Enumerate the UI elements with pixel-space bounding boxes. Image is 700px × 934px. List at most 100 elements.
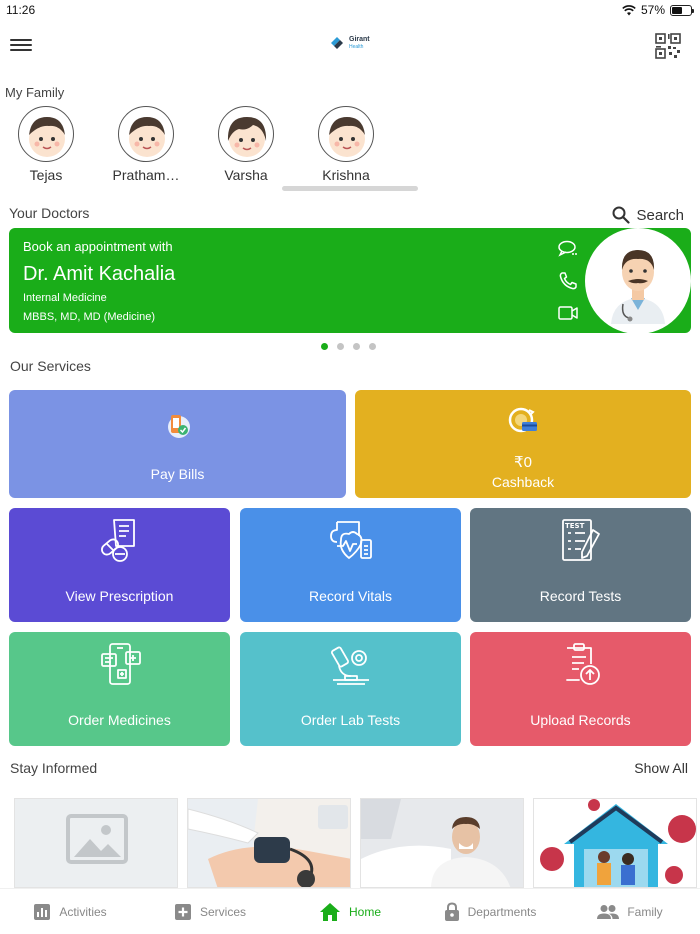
battery-percent: 57% xyxy=(640,3,665,17)
vitals-monitor-icon xyxy=(329,521,372,559)
family-member-name: Krishna xyxy=(322,167,370,183)
family-member-krishna[interactable]: Krishna xyxy=(301,106,391,183)
logo-name: Girant xyxy=(349,36,370,43)
family-list: Tejas Pratham… Varsha Krishna xyxy=(0,106,700,186)
cashback-tile[interactable]: ₹0 Cashback xyxy=(355,390,691,498)
family-scroll-indicator[interactable] xyxy=(282,186,418,191)
nav-services[interactable]: Services xyxy=(140,889,280,934)
home-icon xyxy=(319,902,340,921)
carousel-dot[interactable] xyxy=(321,343,328,350)
doctor-actions xyxy=(557,238,581,334)
logo-sub: Health xyxy=(349,44,364,50)
informed-section-title: Stay Informed xyxy=(10,760,98,776)
phone-icon[interactable] xyxy=(557,270,579,292)
record-tests-label: Record Tests xyxy=(539,588,622,604)
battery-icon xyxy=(670,4,694,16)
family-member-name: Pratham… xyxy=(112,167,180,183)
pay-bills-label: Pay Bills xyxy=(150,466,205,482)
record-vitals-label: Record Vitals xyxy=(308,588,392,604)
nav-home[interactable]: Home xyxy=(280,889,420,934)
nav-activities-label: Activities xyxy=(59,904,107,919)
upload-records-tile[interactable]: Upload Records xyxy=(470,632,691,746)
doctor-search-button[interactable]: Search xyxy=(612,206,684,224)
boy-avatar-icon xyxy=(118,106,174,162)
bottom-navigation: Activities Services Home Departments Fam… xyxy=(0,888,700,934)
plus-box-icon xyxy=(174,903,191,920)
order-medicines-tile[interactable]: Order Medicines xyxy=(9,632,230,746)
nav-family[interactable]: Family xyxy=(560,889,700,934)
blood-pressure-photo xyxy=(188,799,350,887)
logo-mark-icon xyxy=(331,37,343,49)
battery-level xyxy=(672,6,683,14)
doctor-avatar-icon xyxy=(611,250,665,324)
family-section-title: My Family xyxy=(5,85,65,100)
family-member-name: Tejas xyxy=(29,167,63,183)
status-icons: 57% xyxy=(622,3,694,17)
record-vitals-tile[interactable]: Record Vitals xyxy=(240,508,461,622)
app-logo: Girant Health xyxy=(328,34,370,52)
image-placeholder-icon xyxy=(15,799,177,887)
doctor-degrees: MBBS, MD, MD (Medicine) xyxy=(23,311,156,323)
menu-icon[interactable] xyxy=(10,36,32,54)
cashback-icon xyxy=(508,407,537,433)
upload-clipboard-icon xyxy=(565,643,600,685)
family-member-name: Varsha xyxy=(224,167,268,183)
article-card[interactable] xyxy=(14,798,178,888)
test-checklist-icon: TEST xyxy=(561,519,600,561)
prescription-pills-icon xyxy=(100,519,135,562)
view-prescription-label: View Prescription xyxy=(65,588,174,604)
mobile-medicine-icon xyxy=(100,643,141,685)
article-card[interactable] xyxy=(533,798,697,888)
family-home-illustration xyxy=(534,799,696,887)
doctor-carousel-dots xyxy=(321,343,376,350)
doctor-name: Dr. Amit Kachalia xyxy=(23,263,176,285)
pay-bills-icon xyxy=(167,415,190,438)
doctors-section-title: Your Doctors xyxy=(9,205,90,221)
record-tests-tile[interactable]: TEST Record Tests xyxy=(470,508,691,622)
app-header: Girant Health xyxy=(0,24,700,68)
status-time: 11:26 xyxy=(6,3,36,17)
pay-bills-tile[interactable]: Pay Bills xyxy=(9,390,346,498)
doctor-card-prefix: Book an appointment with xyxy=(23,239,173,254)
article-card[interactable] xyxy=(187,798,351,888)
order-lab-tests-tile[interactable]: Order Lab Tests xyxy=(240,632,461,746)
nav-family-label: Family xyxy=(627,904,663,919)
services-section-title: Our Services xyxy=(10,358,91,374)
order-lab-tests-label: Order Lab Tests xyxy=(300,712,401,728)
chat-icon[interactable] xyxy=(557,238,579,260)
video-call-icon[interactable] xyxy=(557,302,579,324)
wifi-icon xyxy=(622,4,636,15)
doctor-specialty: Internal Medicine xyxy=(23,292,107,304)
upload-records-label: Upload Records xyxy=(530,712,631,728)
nav-departments-label: Departments xyxy=(467,904,537,919)
test-icon-text: TEST xyxy=(565,522,585,530)
microscope-icon xyxy=(330,646,369,685)
show-all-link[interactable]: Show All xyxy=(634,760,688,776)
status-bar: 11:26 57% xyxy=(0,0,700,20)
order-medicines-label: Order Medicines xyxy=(68,712,171,728)
sick-person-photo xyxy=(361,799,523,887)
boy-avatar-icon xyxy=(18,106,74,162)
carousel-dot[interactable] xyxy=(369,343,376,350)
view-prescription-tile[interactable]: View Prescription xyxy=(9,508,230,622)
bar-chart-icon xyxy=(34,903,51,920)
nav-activities[interactable]: Activities xyxy=(0,889,140,934)
carousel-dot[interactable] xyxy=(353,343,360,350)
search-label: Search xyxy=(636,206,684,224)
boy-avatar-icon xyxy=(318,106,374,162)
family-member-pratham[interactable]: Pratham… xyxy=(101,106,191,183)
family-member-tejas[interactable]: Tejas xyxy=(1,106,91,183)
doctor-avatar xyxy=(585,228,691,334)
people-icon xyxy=(597,904,620,919)
family-member-varsha[interactable]: Varsha xyxy=(201,106,291,183)
qr-code-icon[interactable] xyxy=(654,32,682,60)
girl-avatar-icon xyxy=(218,106,274,162)
articles-list xyxy=(0,798,700,888)
nav-departments[interactable]: Departments xyxy=(420,889,560,934)
doctor-card[interactable]: Book an appointment with Dr. Amit Kachal… xyxy=(9,228,691,334)
carousel-dot[interactable] xyxy=(337,343,344,350)
search-icon xyxy=(612,206,631,224)
nav-services-label: Services xyxy=(199,904,246,919)
article-card[interactable] xyxy=(360,798,524,888)
cashback-amount: ₹0 xyxy=(514,454,532,471)
